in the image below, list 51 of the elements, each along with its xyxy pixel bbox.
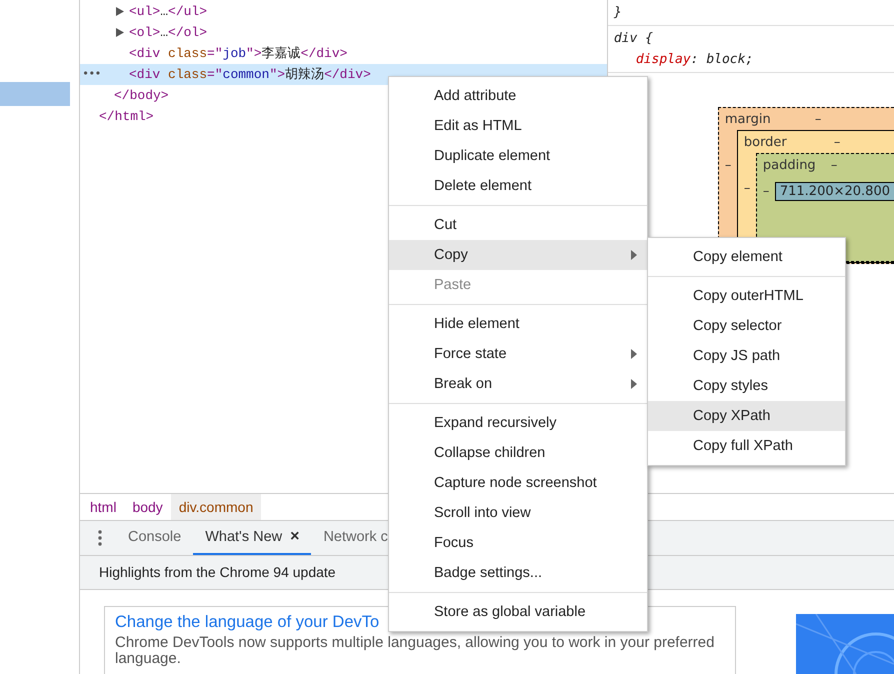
code-line: <div class="job">李嘉诚</div> [129, 46, 348, 61]
box-label: border [744, 135, 788, 152]
menu-item[interactable]: Collapse children [389, 438, 647, 468]
box-label: padding [762, 158, 817, 175]
closing-brace: } [614, 5, 622, 20]
menu-item[interactable]: Expand recursively [389, 408, 647, 438]
box-value: – [724, 157, 732, 173]
expand-arrow-icon[interactable] [116, 28, 124, 37]
breadcrumb[interactable]: html [82, 494, 124, 520]
menu-item[interactable]: Store as global variable [389, 597, 647, 627]
menu-icon[interactable] [98, 530, 102, 546]
menu-item[interactable]: Duplicate element [389, 141, 647, 171]
code-line: </html> [99, 109, 154, 124]
menu-item[interactable]: Add attribute [389, 81, 647, 111]
menu-item[interactable]: Copy element [648, 242, 845, 272]
menu-item[interactable]: Badge settings... [389, 558, 647, 588]
highlight-bar [0, 82, 70, 106]
menu-item[interactable]: Cut [389, 210, 647, 240]
more-icon[interactable]: ••• [82, 64, 101, 85]
css-selector: div { [614, 31, 653, 46]
expand-arrow-icon[interactable] [116, 7, 124, 16]
menu-item[interactable]: Copy JS path [648, 341, 845, 371]
menu-item[interactable]: Force state [389, 339, 647, 369]
css-declaration: display: block; [636, 52, 754, 67]
box-value: – [744, 180, 752, 196]
box-value: – [830, 158, 838, 175]
code-line: </body> [114, 88, 169, 103]
menu-item[interactable]: Copy outerHTML [648, 281, 845, 311]
box-label: margin [724, 112, 772, 129]
menu-item[interactable]: Break on [389, 369, 647, 399]
drawer-tab[interactable]: Console [116, 521, 194, 555]
menu-item[interactable]: Copy selector [648, 311, 845, 341]
code-line: <div class="common">胡辣汤</div> [129, 67, 371, 82]
menu-item[interactable]: Copy [389, 240, 647, 270]
box-value: – [762, 183, 770, 199]
code-line: <ol>…</ol> [129, 25, 208, 40]
menu-item[interactable]: Delete element [389, 171, 647, 201]
box-value: – [834, 135, 840, 152]
code-line: <ul>…</ul> [129, 4, 208, 19]
box-value: – [814, 112, 822, 129]
breadcrumb[interactable]: div.common [170, 494, 262, 520]
menu-item[interactable]: Copy styles [648, 371, 845, 401]
menu-item[interactable]: Edit as HTML [389, 111, 647, 141]
menu-item[interactable]: Copy XPath [648, 401, 845, 431]
menu-item[interactable]: Hide element [389, 309, 647, 339]
content-size: 711.200×20.800 [774, 182, 894, 201]
menu-item[interactable]: Copy full XPath [648, 431, 845, 461]
breadcrumb[interactable]: body [124, 494, 171, 520]
card-text: Chrome DevTools now supports multiple languages, allowing you to work in your preferred language. [115, 635, 716, 667]
menu-item[interactable]: Capture node screenshot [389, 468, 647, 498]
close-icon[interactable]: × [290, 528, 300, 546]
